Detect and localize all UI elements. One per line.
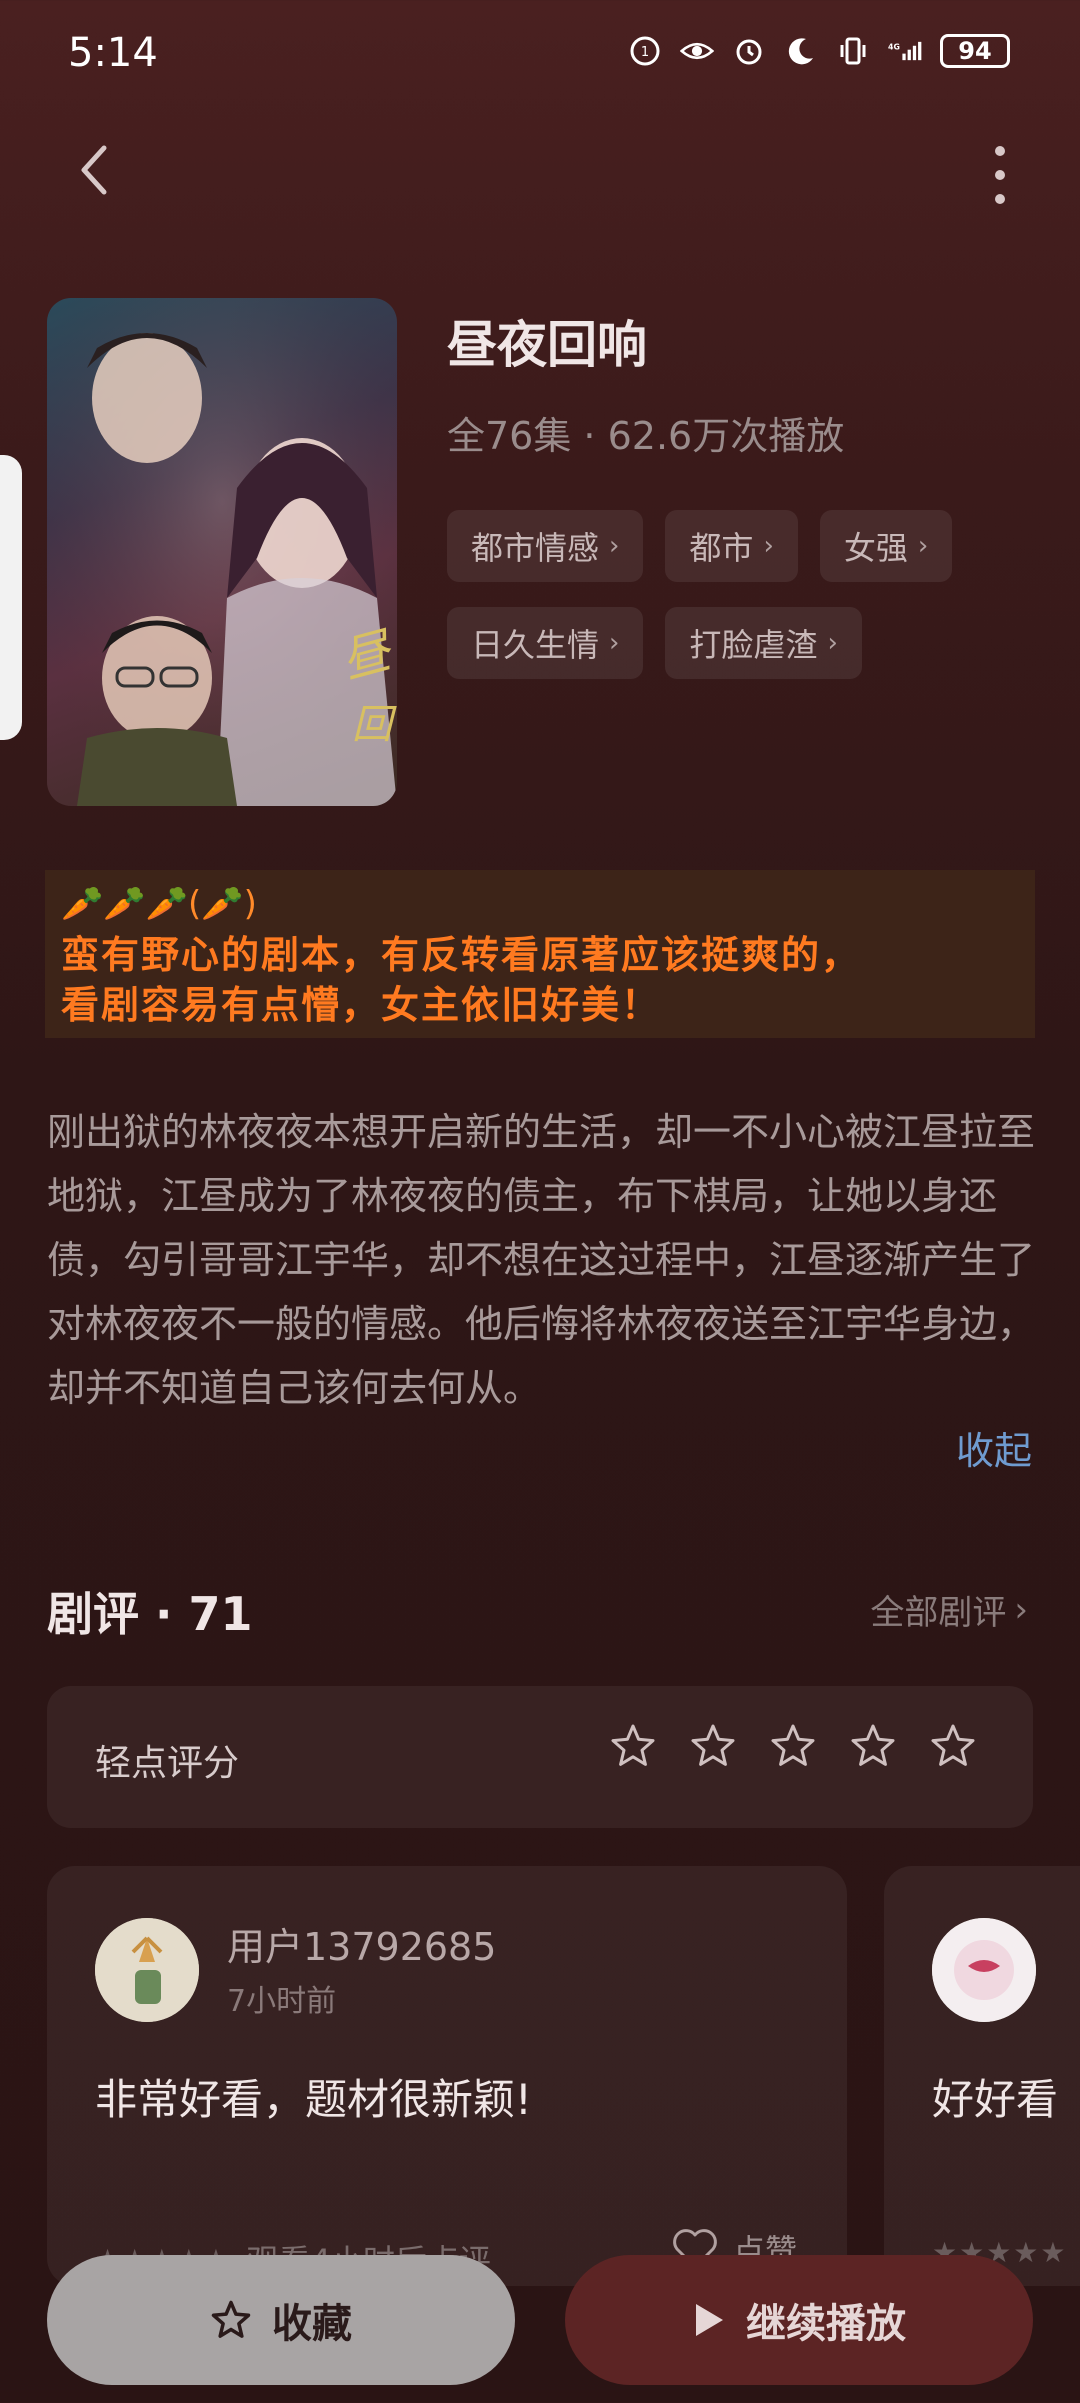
all-reviews-label: 全部剧评 (870, 1593, 1007, 1633)
chevron-right-icon: › (917, 531, 929, 561)
status-icons: 1 4G 94 (628, 34, 1010, 68)
status-bar: 5:14 1 4G 94 (0, 0, 1080, 110)
continue-play-label: 继续播放 (746, 2301, 906, 2347)
star-icon[interactable] (769, 1722, 817, 1770)
carrot-rating: 🥕🥕🥕(🥕) (61, 884, 257, 924)
tag-chip[interactable]: 打脸虐渣 › (665, 607, 862, 679)
battery-indicator: 94 (940, 34, 1010, 68)
eye-icon (680, 34, 714, 68)
collapse-link[interactable]: 收起 (956, 1420, 1032, 1475)
reviews-title: 剧评 · 71 (47, 1587, 253, 1641)
status-time: 5:14 (68, 30, 158, 76)
star-icon[interactable] (929, 1722, 977, 1770)
note-line: 看剧容易有点懵，女主依旧好美！ (61, 983, 662, 1027)
tag-chip[interactable]: 女强 › (819, 510, 953, 582)
edge-panel-handle[interactable] (0, 455, 22, 740)
review-card[interactable]: 用户13792685 7小时前 非常好看，题材很新颖! ★★★★★ 观看4小时后… (47, 1866, 847, 2286)
data-saver-icon: 1 (628, 34, 662, 68)
moon-icon (784, 34, 818, 68)
tag-chip[interactable]: 都市 › (665, 510, 798, 582)
rating-stars (609, 1722, 977, 1770)
more-dot-icon (995, 146, 1005, 156)
alarm-icon (732, 34, 766, 68)
tag-label: 女强 (843, 529, 908, 567)
avatar-image (95, 1918, 199, 2022)
tag-label: 打脸虐渣 (689, 626, 818, 664)
signal-icon: 4G (888, 34, 922, 68)
svg-text:回: 回 (352, 702, 397, 748)
rating-box: 轻点评分 (47, 1686, 1033, 1828)
continue-play-button[interactable]: 继续播放 (565, 2255, 1033, 2385)
avatar[interactable] (95, 1918, 199, 2022)
svg-text:4G: 4G (888, 43, 900, 52)
chevron-right-icon: › (763, 531, 774, 561)
chevron-left-icon (81, 145, 107, 195)
review-comment: 好好看 (932, 2075, 1059, 2124)
back-button[interactable] (70, 140, 120, 200)
chevron-right-icon: › (1014, 1589, 1028, 1630)
vibrate-icon (836, 34, 870, 68)
tag-label: 都市 (689, 529, 754, 567)
avatar[interactable] (932, 1918, 1036, 2022)
chevron-right-icon: › (609, 628, 620, 658)
tag-chip[interactable]: 日久生情 › (447, 607, 644, 679)
review-card[interactable]: 好好看 ★★★★★ (884, 1866, 1080, 2286)
all-reviews-link[interactable]: 全部剧评 › (870, 1585, 1028, 1634)
star-icon[interactable] (609, 1722, 657, 1770)
more-dot-icon (995, 170, 1005, 180)
star-icon[interactable] (849, 1722, 897, 1770)
avatar-image (932, 1918, 1036, 2022)
tag-label: 日久生情 (471, 626, 600, 664)
note-line: 蛮有野心的剧本，有反转看原著应该挺爽的， (61, 933, 862, 977)
rating-label: 轻点评分 (95, 1743, 240, 1784)
show-poster[interactable]: 昼 回 (47, 298, 397, 806)
show-meta: 全76集 · 62.6万次播放 (447, 414, 845, 458)
star-icon[interactable] (689, 1722, 737, 1770)
favorite-label: 收藏 (272, 2301, 352, 2347)
poster-artwork: 昼 回 (47, 298, 397, 806)
review-comment: 非常好看，题材很新颖! (95, 2075, 532, 2124)
handwritten-note: 🥕🥕🥕(🥕) 蛮有野心的剧本，有反转看原著应该挺爽的， 看剧容易有点懵，女主依旧… (45, 870, 1035, 1038)
review-time: 7小时前 (227, 1984, 337, 2019)
synopsis-text: 刚出狱的林夜夜本想开启新的生活，却一不小心被江昼拉至地狱，江昼成为了林夜夜的债主… (47, 1110, 1036, 1410)
show-title: 昼夜回响 (447, 316, 647, 374)
play-icon (696, 2304, 723, 2336)
tag-chip[interactable]: 都市情感 › (447, 510, 644, 582)
tag-label: 都市情感 (471, 529, 600, 567)
more-options-button[interactable] (980, 140, 1020, 210)
svg-text:1: 1 (641, 45, 649, 60)
review-username[interactable]: 用户13792685 (227, 1916, 496, 1971)
chevron-right-icon: › (609, 531, 620, 561)
more-dot-icon (995, 194, 1005, 204)
star-outline-icon (211, 2300, 251, 2338)
chevron-right-icon: › (827, 628, 838, 658)
tag-list: 都市情感 › 都市 › 女强 › 日久生情 › 打脸虐渣 › (447, 510, 1047, 679)
favorite-button[interactable]: 收藏 (47, 2255, 515, 2385)
